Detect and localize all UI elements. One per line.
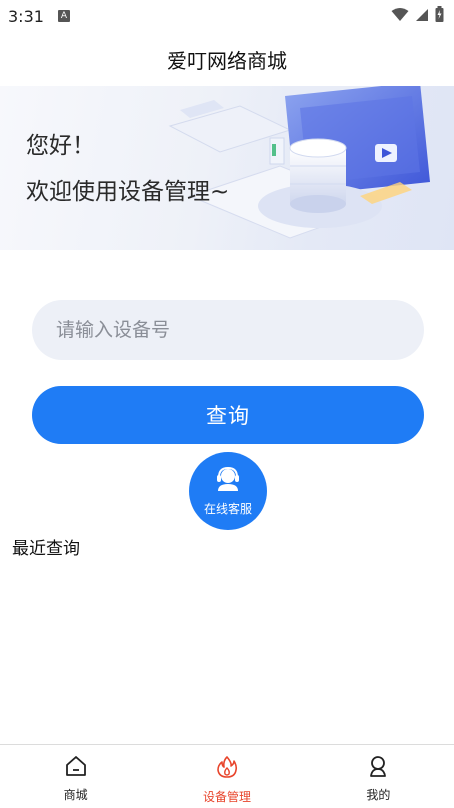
- headset-icon: [214, 466, 242, 496]
- notification-badge: A: [57, 10, 70, 22]
- status-time: 3:31: [8, 6, 44, 26]
- online-service-label: 在线客服: [203, 501, 252, 516]
- banner: 您好！ 欢迎使用设备管理~: [0, 86, 454, 250]
- status-icons: [391, 6, 444, 26]
- server-illustration: [168, 86, 430, 239]
- recent-queries-title: 最近查询: [12, 539, 80, 559]
- signal-icon: [415, 7, 429, 26]
- nav-item-device-management[interactable]: 设备管理: [151, 745, 302, 808]
- title-bar: 爱叮网络商城: [0, 32, 454, 86]
- page-title: 爱叮网络商城: [167, 48, 287, 73]
- user-icon: [367, 755, 389, 781]
- nav-item-mine[interactable]: 我的: [303, 745, 454, 808]
- nav-label-mine: 我的: [366, 788, 391, 802]
- banner-greeting: 您好！: [26, 133, 95, 159]
- wifi-icon: [391, 7, 409, 26]
- banner-welcome: 欢迎使用设备管理~: [26, 179, 230, 205]
- device-number-input[interactable]: [32, 300, 424, 360]
- status-bar: 3:31 A: [0, 0, 454, 32]
- nav-label-device-management: 设备管理: [202, 790, 251, 804]
- nav-label-mall: 商城: [63, 788, 88, 802]
- query-button[interactable]: 查询: [32, 386, 424, 444]
- query-button-label: 查询: [206, 404, 250, 428]
- online-service-button[interactable]: 在线客服: [189, 452, 267, 530]
- flame-icon: [216, 755, 238, 783]
- bottom-nav: 商城 设备管理 我的: [0, 744, 454, 808]
- battery-icon: [435, 6, 444, 26]
- home-icon: [64, 755, 88, 781]
- nav-item-mall[interactable]: 商城: [0, 745, 151, 808]
